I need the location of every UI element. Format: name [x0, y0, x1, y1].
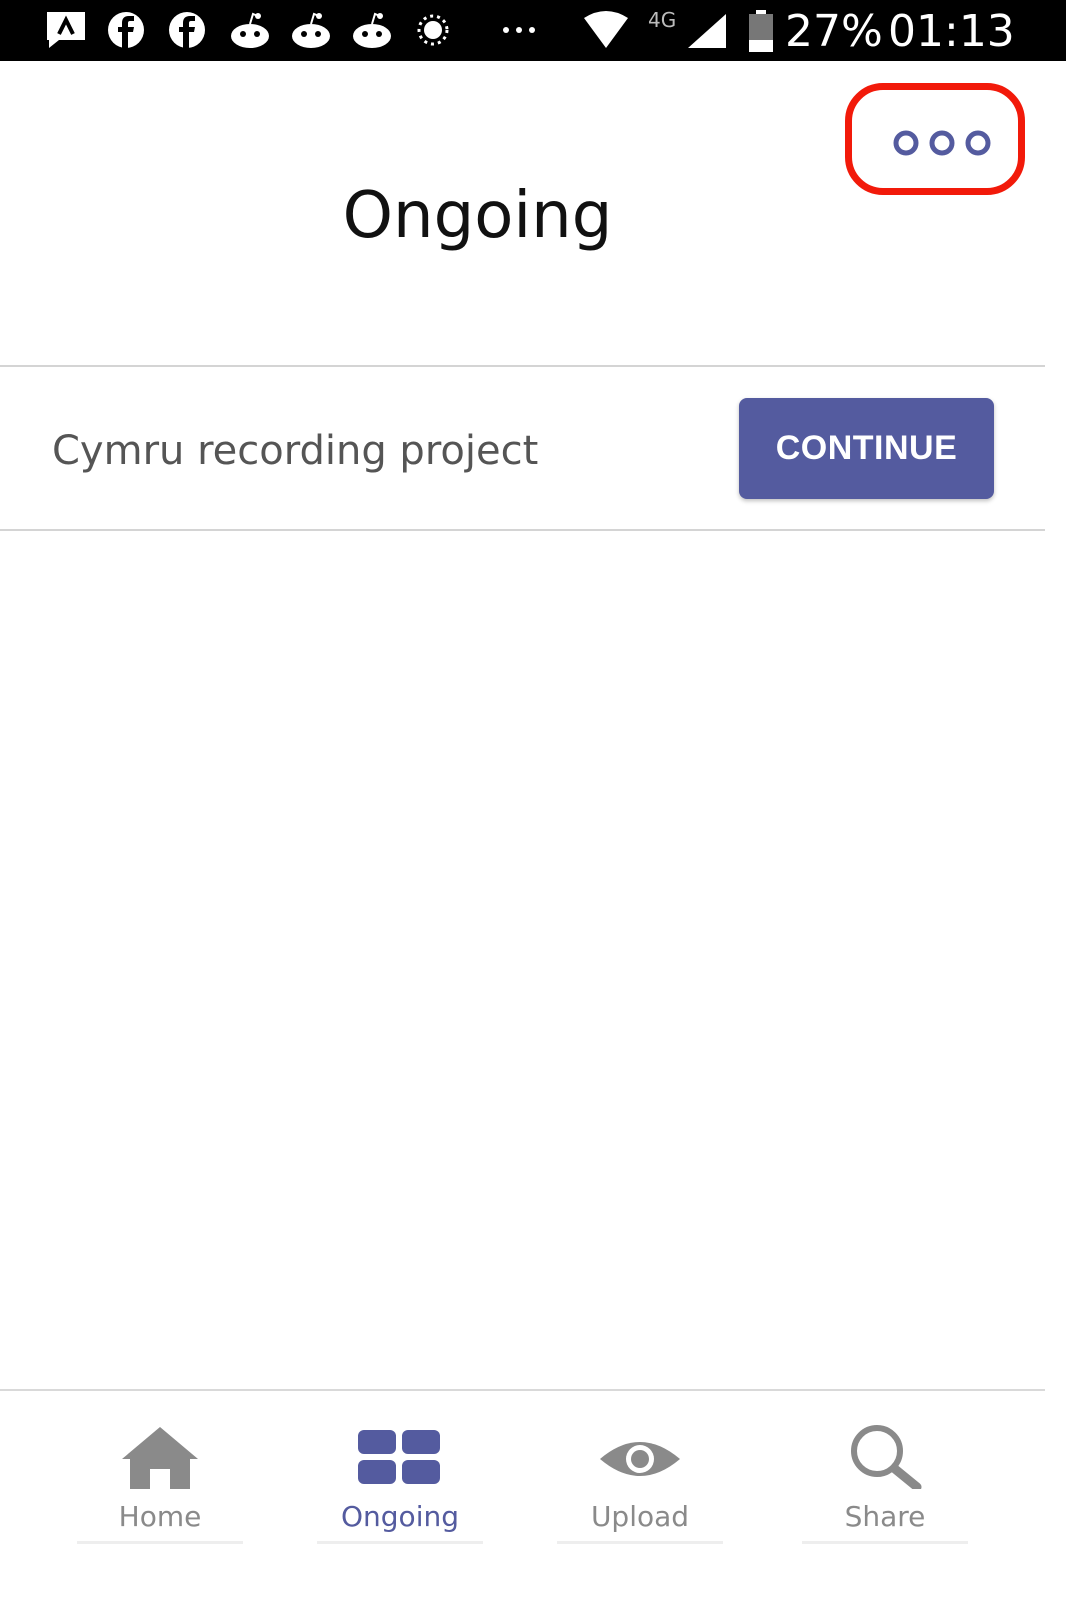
nav-label-home: Home: [118, 1500, 202, 1533]
project-name: Cymru recording project: [52, 428, 539, 474]
more-options-button[interactable]: [845, 83, 1025, 195]
nav-underline: [802, 1541, 968, 1544]
reddit-icon: [289, 10, 333, 54]
nav-underline: [317, 1541, 483, 1544]
nav-label-ongoing: Ongoing: [341, 1500, 459, 1533]
status-bar: 4G 27% 01:13: [0, 0, 1066, 61]
nav-item-home[interactable]: Home: [60, 1389, 260, 1599]
nav-item-upload[interactable]: Upload: [540, 1389, 740, 1599]
nav-item-share[interactable]: Share: [785, 1389, 985, 1599]
wifi-icon: [582, 10, 630, 54]
nav-label-share: Share: [844, 1500, 926, 1533]
list-divider-top: [0, 365, 1045, 367]
battery-percentage: 27%: [785, 6, 883, 57]
battery-icon: [748, 10, 774, 56]
nav-underline: [77, 1541, 243, 1544]
nav-underline: [557, 1541, 723, 1544]
more-dots-icon: [500, 10, 540, 54]
notification-icon: [45, 10, 87, 54]
facebook-icon: [106, 10, 146, 54]
facebook-icon: [167, 10, 207, 54]
brightness-icon: [416, 10, 450, 54]
nav-label-upload: Upload: [590, 1500, 690, 1533]
continue-button[interactable]: CONTINUE: [739, 398, 994, 499]
clock: 01:13: [888, 6, 1015, 57]
list-divider-bottom: [0, 529, 1045, 531]
page-title: Ongoing: [342, 179, 613, 253]
network-type: 4G: [648, 8, 677, 32]
reddit-icon: [350, 10, 394, 54]
signal-icon: [686, 10, 728, 54]
reddit-icon: [228, 10, 272, 54]
bottom-navigation: Home Ongoing Upload Share: [0, 1389, 1045, 1599]
nav-item-ongoing[interactable]: Ongoing: [300, 1389, 500, 1599]
